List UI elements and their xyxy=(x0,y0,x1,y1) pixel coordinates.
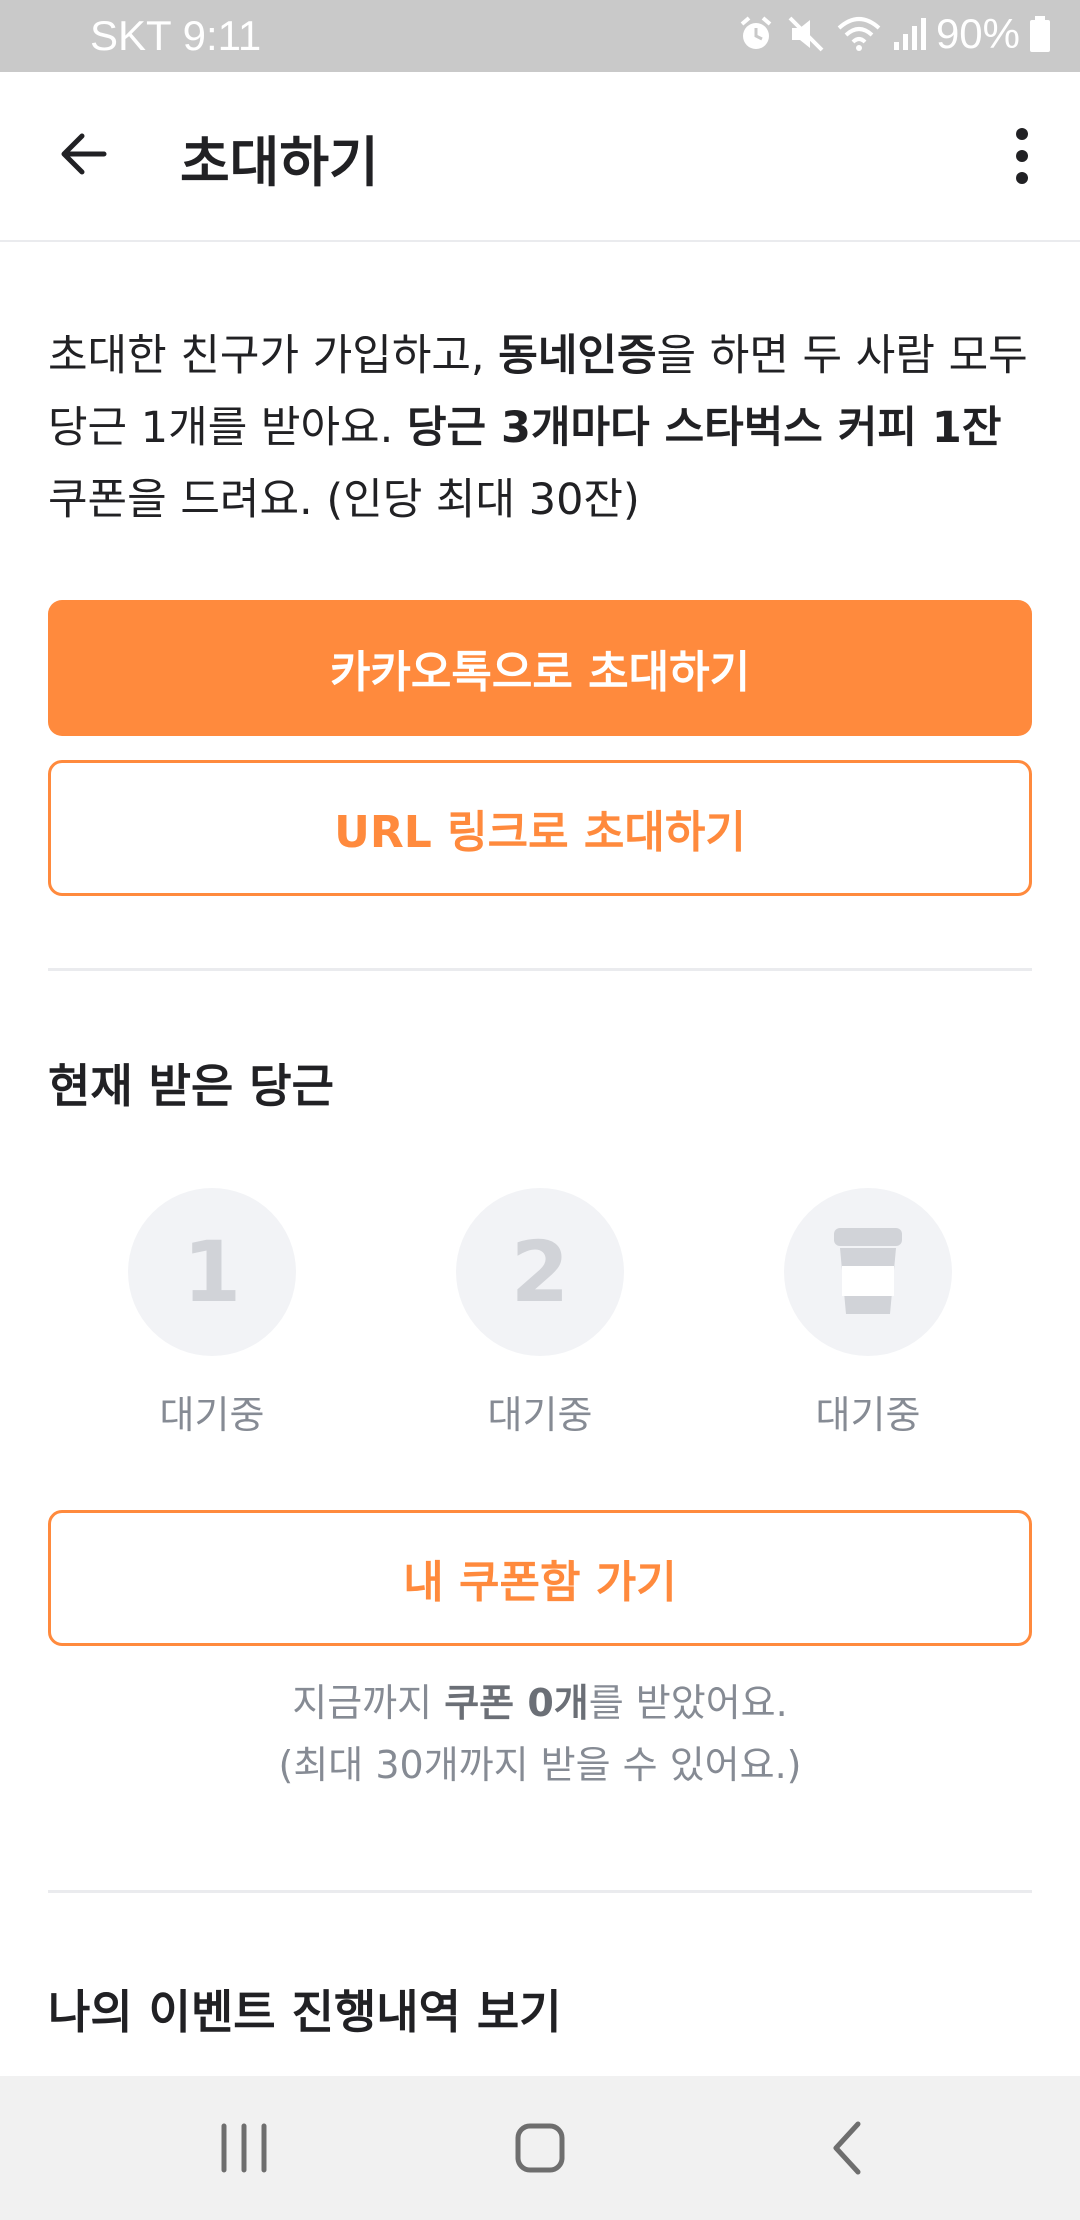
intro-bold-2: 당근 3개마다 스타벅스 커피 1잔 xyxy=(406,403,1002,453)
step-circle: 2 xyxy=(456,1188,624,1356)
status-bar: SKT 9:11 90% xyxy=(0,0,1080,72)
alarm-icon xyxy=(740,16,772,49)
coupon-count: 쿠폰 0개 xyxy=(444,1681,589,1725)
more-vertical-icon[interactable] xyxy=(1010,128,1034,184)
coupon-note-post: 를 받았어요. xyxy=(588,1681,788,1725)
arrow-left-icon[interactable] xyxy=(54,124,114,184)
kakao-invite-button[interactable]: 카카오톡으로 초대하기 xyxy=(48,600,1032,736)
invite-description: 초대한 친구가 가입하고, 동네인증을 하면 두 사람 모두 당근 1개를 받아… xyxy=(48,320,1032,536)
coupon-note-line-1: 지금까지 쿠폰 0개를 받았어요. xyxy=(48,1672,1032,1734)
step-status: 대기중 xyxy=(159,1393,265,1437)
step-circle: 1 xyxy=(128,1188,296,1356)
carrot-step-reward: 대기중 xyxy=(784,1188,952,1439)
divider xyxy=(48,968,1032,971)
battery-icon xyxy=(1030,16,1050,52)
carrot-step-2: 2 대기중 xyxy=(456,1188,624,1439)
intro-bold-1: 동네인증 xyxy=(498,331,657,381)
carrots-section-title: 현재 받은 당근 xyxy=(48,1059,334,1113)
intro-text-1: 초대한 친구가 가입하고, xyxy=(48,331,499,381)
coupon-box-button[interactable]: 내 쿠폰함 가기 xyxy=(48,1510,1032,1646)
carrier-time: SKT 9:11 xyxy=(90,12,262,59)
coupon-note-pre: 지금까지 xyxy=(292,1681,445,1725)
page-title: 초대하기 xyxy=(180,131,379,194)
wifi-icon xyxy=(837,17,881,51)
app-bar: 초대하기 xyxy=(0,72,1080,242)
status-icons: 90% xyxy=(736,10,1052,58)
step-status: 대기중 xyxy=(815,1393,921,1437)
intro-text-3: 쿠폰을 드려요. (인당 최대 30잔) xyxy=(48,475,640,525)
coupon-note-line-2: (최대 30개까지 받을 수 있어요.) xyxy=(278,1743,802,1787)
home-icon[interactable] xyxy=(510,2112,570,2184)
system-nav-bar xyxy=(0,2076,1080,2220)
step-status: 대기중 xyxy=(487,1393,593,1437)
event-history-link[interactable]: 나의 이벤트 진행내역 보기 xyxy=(48,1976,562,2042)
url-invite-button[interactable]: URL 링크로 초대하기 xyxy=(48,760,1032,896)
coffee-cup-icon xyxy=(834,1228,902,1314)
signal-icon xyxy=(893,18,926,50)
coupon-count-note: 지금까지 쿠폰 0개를 받았어요. (최대 30개까지 받을 수 있어요.) xyxy=(48,1672,1032,1796)
recent-apps-icon[interactable] xyxy=(214,2112,274,2184)
carrot-step-1: 1 대기중 xyxy=(128,1188,296,1439)
divider xyxy=(48,1890,1032,1893)
step-circle xyxy=(784,1188,952,1356)
mute-icon xyxy=(788,16,824,52)
back-icon[interactable] xyxy=(824,2112,872,2184)
battery-percent: 90% xyxy=(935,10,1020,57)
